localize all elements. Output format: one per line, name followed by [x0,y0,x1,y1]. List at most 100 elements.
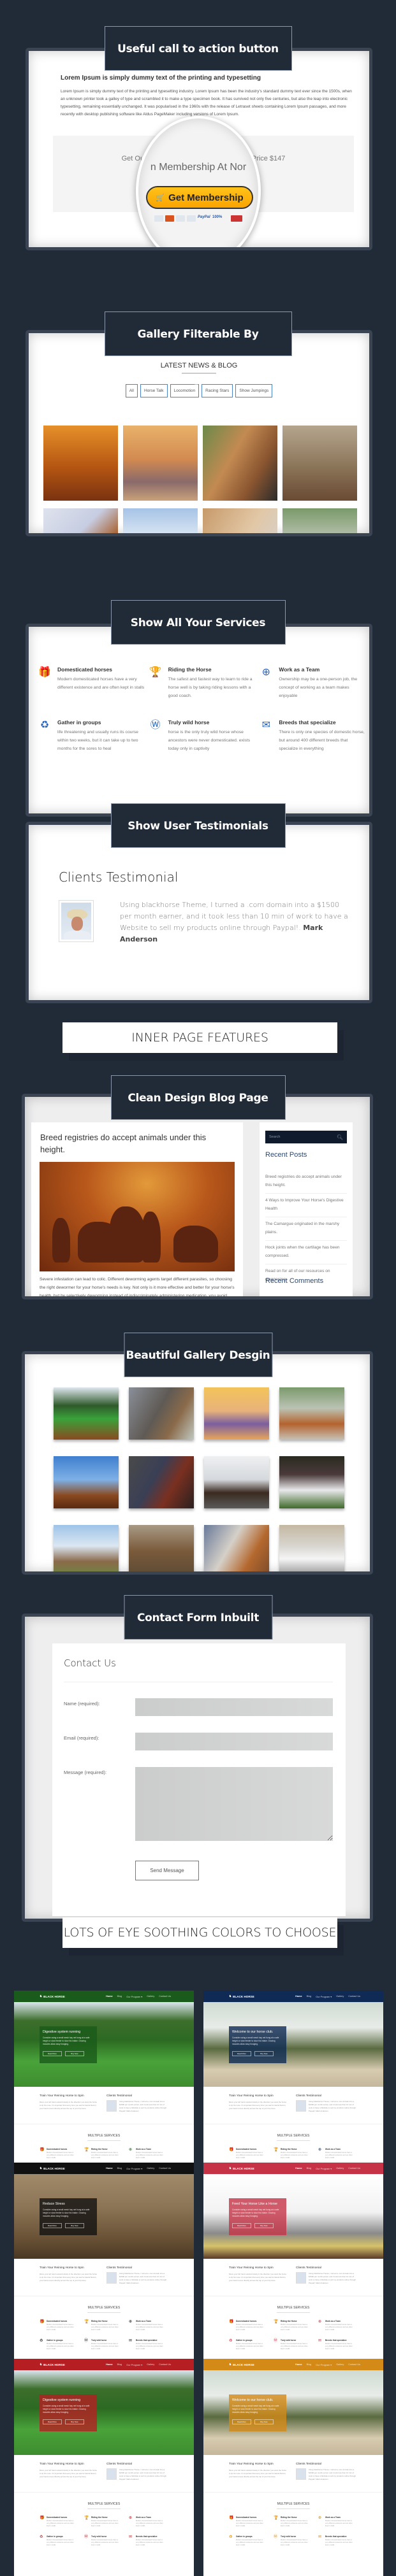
theme-menu-item[interactable]: Home [106,2363,113,2366]
theme-logo[interactable]: ♞ BLACK HORSE [40,2166,65,2170]
gallery-photo[interactable] [129,1456,194,1508]
theme-logo[interactable]: ♞ BLACK HORSE [40,2363,65,2366]
theme-menu: Home Blog Our Program ▾ Gallery Contact Us [295,1995,360,1998]
read-more-button[interactable]: Read More [232,2419,251,2424]
buy-now-button[interactable]: Buy Now [65,2223,84,2228]
name-field[interactable] [135,1698,333,1716]
gallery-photo[interactable] [43,426,118,501]
theme-menu-item[interactable]: Blog [117,1995,122,1998]
theme-menu-item[interactable]: Contact Us [159,2363,171,2366]
buy-now-button[interactable]: Buy Now [254,2223,274,2228]
theme-menu-item[interactable]: Home [295,2167,302,2170]
theme-menu-item[interactable]: Our Program ▾ [316,2363,332,2366]
read-more-button[interactable]: Read More [43,2223,62,2228]
recent-post-link[interactable]: 4 Ways to Improve Your Horse's Digestive… [265,1194,347,1217]
theme-logo[interactable]: ♞ BLACK HORSE [40,1994,65,1998]
theme-menu-item[interactable]: Blog [307,1995,312,1998]
theme-menu-item[interactable]: Contact Us [159,1995,171,1998]
gallery-photo[interactable] [204,1456,269,1508]
theme-menu-item[interactable]: Our Program ▾ [126,2167,142,2170]
theme-menu-item[interactable]: Gallery [147,2167,154,2170]
theme-menu-item[interactable]: Home [106,1995,113,1998]
email-field[interactable] [135,1733,333,1750]
theme-menu-item[interactable]: Contact Us [348,2363,360,2366]
message-field[interactable] [135,1767,333,1841]
theme-service-text: Modern domesticated horses have a very d… [47,2343,74,2350]
theme-menu-item[interactable]: Blog [117,2363,122,2366]
theme-menu-item[interactable]: Contact Us [348,1995,360,1998]
theme-logo[interactable]: ♞ BLACK HORSE [229,2166,254,2170]
theme-menu-item[interactable]: Gallery [147,1995,154,1998]
theme-service-text: Modern domesticated horses have a very d… [91,2324,119,2331]
gallery-photo[interactable] [54,1525,119,1571]
read-more-button[interactable]: Read More [43,2051,62,2056]
theme-preview-orange[interactable]: ♞ BLACK HORSE Home Blog Our Program ▾ Galler… [203,2359,383,2576]
theme-left-heading: Train Your Reining Horse to Spin [229,2463,274,2466]
gallery-photo[interactable] [129,1525,194,1571]
get-membership-button[interactable]: 🛒 Get Membership [146,186,253,209]
theme-menu-item[interactable]: Gallery [147,2363,154,2366]
theme-logo[interactable]: ♞ BLACK HORSE [229,1994,254,1998]
theme-menu-item[interactable]: Our Program ▾ [126,2363,142,2366]
theme-menu-item[interactable]: Home [295,2363,302,2366]
read-more-button[interactable]: Read More [232,2051,251,2056]
gallery-photo[interactable] [54,1387,119,1440]
theme-preview-red[interactable]: ♞ BLACK HORSE Home Blog Our Program ▾ Galler… [14,2359,194,2576]
gallery-photo[interactable] [204,1387,269,1440]
gallery-photo[interactable] [279,1525,344,1571]
post-title[interactable]: Breed registries do accept animals under… [40,1131,231,1156]
recent-post-link[interactable]: The Camargue originated in the marshy pl… [265,1217,347,1241]
gallery-photo[interactable] [123,426,198,501]
theme-menu-item[interactable]: Our Program ▾ [316,1995,332,1998]
gallery-photo[interactable] [43,508,118,533]
theme-menu-item[interactable]: Blog [117,2167,122,2170]
theme-logo[interactable]: ♞ BLACK HORSE [229,2363,254,2366]
theme-menu-item[interactable]: Blog [307,2363,312,2366]
theme-menu-item[interactable]: Our Program ▾ [316,2167,332,2170]
read-more-button[interactable]: Read More [232,2223,251,2228]
theme-menu-item[interactable]: Gallery [336,2363,344,2366]
filter-show-jumpings[interactable]: Show Jumpings [235,384,273,397]
theme-right-text: Using blackhorse Theme, I turned a .com … [309,2272,356,2284]
theme-service: 🏆 Riding the Horse Modern domesticated h… [84,2516,129,2528]
theme-services-heading: MULTIPLE SERVICES [277,2306,310,2310]
theme-menu-item[interactable]: Gallery [336,1995,344,1998]
paypal-icon: PayPal [198,215,210,219]
search-input[interactable]: Search 🔍︎ [265,1131,347,1143]
gallery-photo[interactable] [279,1387,344,1440]
gallery-photo[interactable] [204,1525,269,1571]
gallery-photo[interactable] [129,1387,194,1440]
search-icon[interactable]: 🔍︎ [337,1134,343,1140]
theme-hero-text: Consider using a small mesh hay net hung… [43,2036,90,2045]
theme-service-text: Modern domesticated horses have a very d… [281,2520,308,2527]
gallery-photo[interactable] [282,508,357,533]
buy-now-button[interactable]: Buy Now [65,2419,84,2424]
send-message-button[interactable]: Send Message [135,1861,199,1880]
filter-all[interactable]: All [125,384,138,397]
gallery-photo[interactable] [282,426,357,501]
theme-menu-item[interactable]: Blog [307,2167,312,2170]
recent-post-link[interactable]: Breed registries do accept animals under… [265,1170,347,1194]
filter-horse-talk[interactable]: Horse Talk [140,384,168,397]
read-more-button[interactable]: Read More [43,2419,62,2424]
recent-post-link[interactable]: Hock joints when the cartilage has been … [265,1241,347,1264]
service-title: Truly wild horse [168,719,210,726]
gallery-photo[interactable] [203,426,277,501]
gallery-photo[interactable] [54,1456,119,1508]
buy-now-button[interactable]: Buy Now [254,2419,274,2424]
theme-menu-item[interactable]: Home [295,1995,302,1998]
theme-preview-black[interactable]: ♞ BLACK HORSE Home Blog Our Program ▾ Galler… [14,2163,194,2380]
buy-now-button[interactable]: Buy Now [65,2051,84,2056]
theme-hero-text: Consider using a small mesh hay net hung… [232,2405,279,2414]
theme-menu-item[interactable]: Contact Us [159,2167,171,2170]
gallery-photo[interactable] [123,508,198,533]
theme-menu-item[interactable]: Our Program ▾ [126,1995,142,1998]
theme-menu-item[interactable]: Contact Us [348,2167,360,2170]
theme-preview-pink[interactable]: ♞ BLACK HORSE Home Blog Our Program ▾ Galler… [203,2163,383,2380]
theme-menu-item[interactable]: Gallery [336,2167,344,2170]
theme-service: ⊕ Work as a Team Modern domesticated hor… [318,2148,363,2159]
gallery-photo[interactable] [203,508,277,533]
gallery-photo[interactable] [279,1456,344,1508]
buy-now-button[interactable]: Buy Now [254,2051,274,2056]
theme-menu-item[interactable]: Home [106,2167,113,2170]
